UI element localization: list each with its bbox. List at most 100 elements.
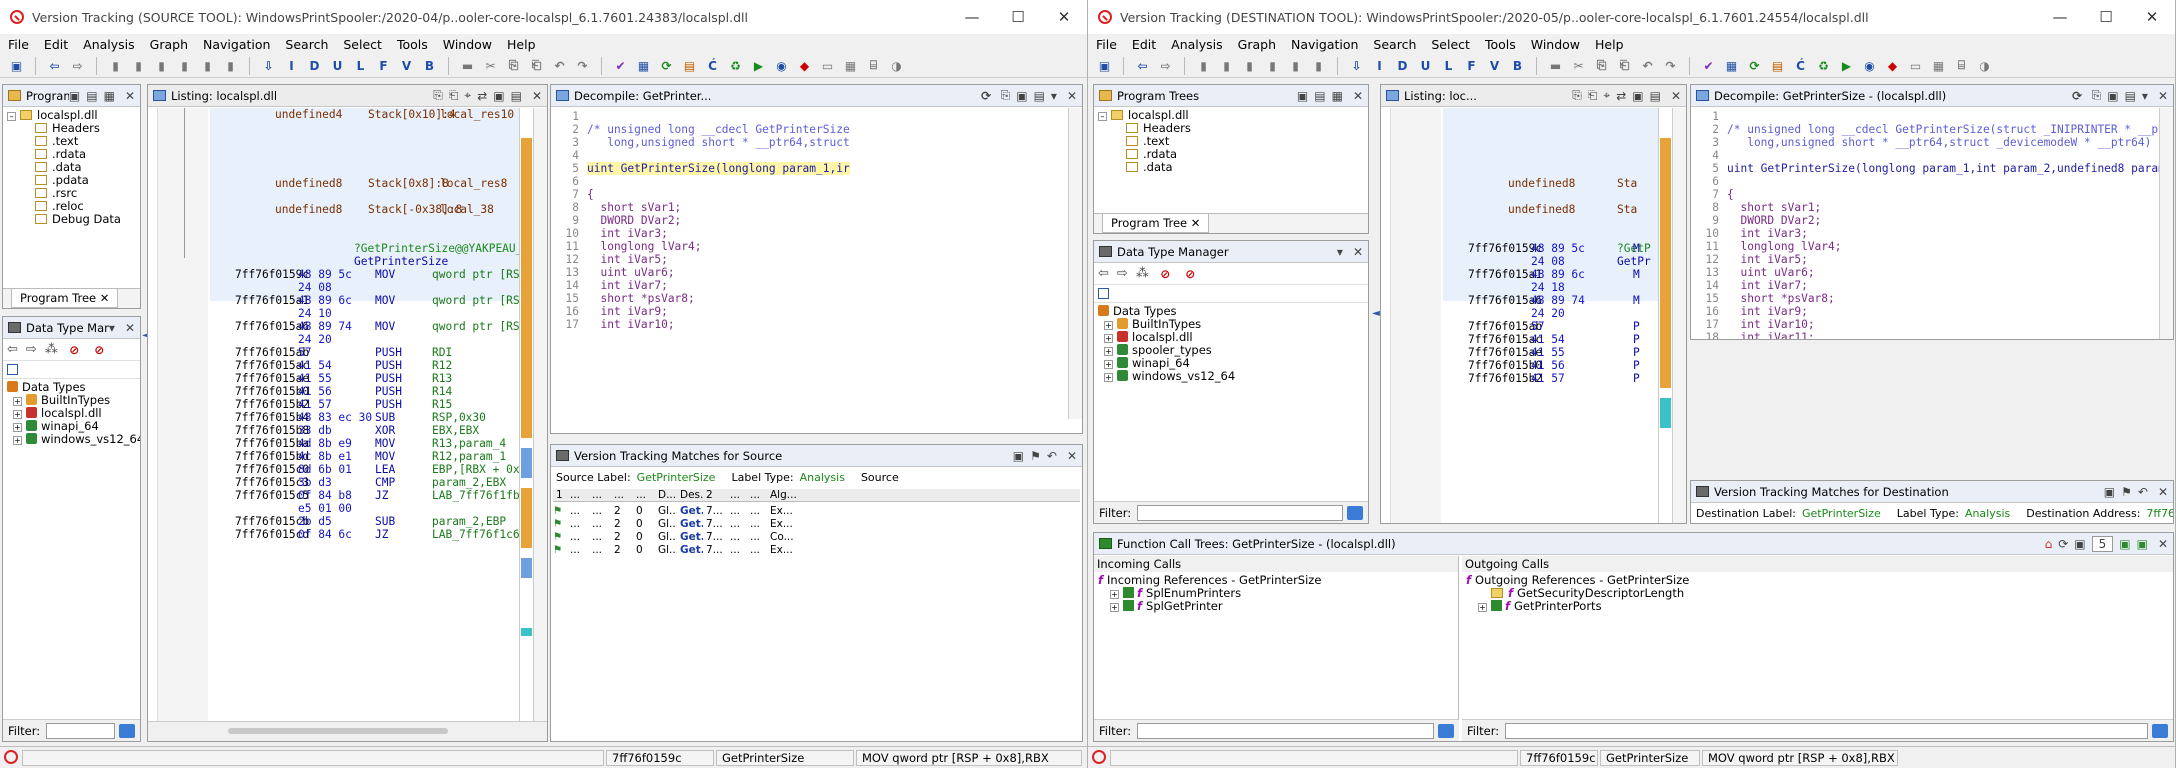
incoming-filter-input[interactable] (1137, 722, 1434, 739)
chevron-down-icon[interactable]: ▾ (109, 321, 115, 335)
close-panel-icon[interactable]: ✕ (2158, 537, 2168, 551)
menu-file[interactable]: File (1096, 37, 1117, 52)
redo-icon[interactable]: ↷ (574, 57, 591, 74)
menu-navigation[interactable]: Navigation (203, 37, 270, 52)
menu-edit[interactable]: Edit (1132, 37, 1156, 52)
bookmark-icon[interactable]: ▬ (1547, 57, 1564, 74)
tab-program-tree[interactable]: Program Tree ✕ (11, 289, 119, 308)
collapse-icon[interactable] (1098, 288, 1109, 299)
menu-analysis[interactable]: Analysis (83, 37, 135, 52)
menu-select[interactable]: Select (343, 37, 382, 52)
recycle-icon[interactable]: ♻ (727, 57, 744, 74)
undo-icon[interactable]: ↶ (2138, 485, 2148, 499)
refresh-icon[interactable]: ⟳ (1746, 57, 1763, 74)
refresh-icon[interactable]: ⟳ (2069, 87, 2086, 104)
paste-icon[interactable]: ⎗ (1616, 57, 1633, 74)
table-row[interactable]: ⚑...... 2 0 Gl...Get...7......... Ex... (553, 517, 1080, 530)
nav-icon[interactable]: ▦ (104, 89, 115, 103)
nav-data-icon[interactable]: ▮ (1195, 57, 1212, 74)
maximize-button[interactable]: ☐ (2083, 0, 2129, 34)
snapshot-icon[interactable]: ▣ (1632, 89, 1643, 103)
column-header[interactable]: ... (633, 489, 655, 501)
check-icon[interactable]: ✔ (612, 57, 629, 74)
menu-edit[interactable]: Edit (44, 37, 68, 52)
chevron-down-icon[interactable]: ▾ (1051, 89, 1057, 103)
outgoing-filter-input[interactable] (1505, 722, 2148, 739)
filter-options-icon[interactable] (1438, 723, 1454, 738)
menu-select[interactable]: Select (1431, 37, 1470, 52)
tree-icon[interactable]: ⌸ (1953, 57, 1970, 74)
menu-window[interactable]: Window (1531, 37, 1580, 52)
copy-icon[interactable]: ⎘ (1593, 57, 1610, 74)
function-label[interactable]: GetPr (1617, 255, 1651, 268)
forward-icon[interactable]: ⇨ (69, 57, 86, 74)
recycle-icon[interactable]: ♻ (1815, 57, 1832, 74)
tree-icon[interactable]: ⌸ (865, 57, 882, 74)
undo-icon[interactable]: ↶ (1047, 449, 1057, 463)
down-arrow-icon[interactable]: ⇩ (260, 57, 277, 74)
menu-graph[interactable]: Graph (150, 37, 188, 52)
close-panel-icon[interactable]: ✕ (1067, 449, 1077, 463)
nav-u-icon[interactable]: U (1417, 57, 1434, 74)
vertical-scrollbar[interactable] (1068, 108, 1082, 419)
back-icon[interactable]: ⇦ (7, 342, 18, 357)
nav-v-icon[interactable]: V (398, 57, 415, 74)
menu-tools[interactable]: Tools (397, 37, 428, 52)
settings-icon[interactable]: ◉ (1861, 57, 1878, 74)
tab-program-tree[interactable]: Program Tree ✕ (1102, 214, 1210, 233)
menu-search[interactable]: Search (1373, 37, 1416, 52)
window-icon[interactable]: ▭ (1907, 57, 1924, 74)
close-panel-icon[interactable]: ✕ (532, 89, 542, 103)
refresh-icon[interactable]: ⟳ (978, 87, 995, 104)
tree-item[interactable]: + windows_vs12_64 (7, 433, 140, 446)
open-tree-icon[interactable]: ▣ (1297, 89, 1308, 103)
expand-icon[interactable]: ▣ (2119, 537, 2130, 551)
tree-item[interactable]: Debug Data (7, 213, 136, 226)
window-icon[interactable]: ▭ (819, 57, 836, 74)
nav-i-icon[interactable]: I (1371, 57, 1388, 74)
depth-value[interactable]: 5 (2091, 535, 2114, 552)
accept-icon[interactable]: ▣ (1013, 449, 1024, 463)
tree-root[interactable]: – localspl.dll (1098, 109, 1364, 122)
column-header[interactable]: ... (589, 489, 611, 501)
accept-icon[interactable]: ▣ (2104, 485, 2115, 499)
close-panel-icon[interactable]: ✕ (125, 321, 135, 335)
nav-label-icon[interactable]: ▮ (1264, 57, 1281, 74)
filter-options-icon[interactable] (2152, 723, 2168, 738)
decompile-view[interactable]: 1 2 /* unsigned long __cdecl GetPrinterSiz… (1691, 108, 2173, 339)
tree-item[interactable]: .text (1098, 135, 1364, 148)
column-header[interactable]: ... (747, 489, 767, 501)
check-icon[interactable]: ✔ (1700, 57, 1717, 74)
table-row[interactable]: ⚑...... 2 0 Gl...Get...7......... Ex... (553, 504, 1080, 517)
horizontal-scrollbar[interactable] (148, 721, 547, 741)
column-header[interactable]: ... (611, 489, 633, 501)
bookmark-icon[interactable]: ▬ (459, 57, 476, 74)
diamond-icon[interactable]: ◆ (1884, 57, 1901, 74)
nav-function-icon[interactable]: ▮ (199, 57, 216, 74)
menu-graph[interactable]: Graph (1238, 37, 1276, 52)
run-icon[interactable]: ▶ (1838, 57, 1855, 74)
folder-icon[interactable]: ▤ (1314, 89, 1325, 103)
nav-data-icon[interactable]: ▮ (107, 57, 124, 74)
column-header[interactable]: 2 (703, 489, 727, 501)
nav-l-icon[interactable]: L (1440, 57, 1457, 74)
memory-icon[interactable]: ▦ (635, 57, 652, 74)
flag-icon[interactable]: ⚑ (2121, 485, 2132, 499)
close-panel-icon[interactable]: ✕ (1353, 245, 1363, 259)
nav-f-icon[interactable]: F (1463, 57, 1480, 74)
menu-help[interactable]: Help (1595, 37, 1624, 52)
copy-icon[interactable]: ⎘ (2092, 88, 2102, 103)
archive-icon[interactable]: ⁂ (45, 342, 58, 357)
outgoing-item[interactable]: + f GetPrinterPorts (1466, 600, 2169, 613)
snapshot-icon[interactable]: ▤ (1034, 89, 1045, 103)
minimize-button[interactable]: — (949, 0, 995, 34)
copy-icon[interactable]: ⎘ (1001, 88, 1011, 103)
nav-i-icon[interactable]: I (283, 57, 300, 74)
column-header[interactable]: Des... (677, 489, 703, 501)
filter-options-icon[interactable] (119, 723, 135, 738)
overview-bar[interactable] (519, 108, 533, 721)
down-arrow-icon[interactable]: ⇩ (1348, 57, 1365, 74)
incoming-item[interactable]: + f SplGetPrinter (1098, 600, 1454, 613)
maximize-button[interactable]: ☐ (995, 0, 1041, 34)
chevron-down-icon[interactable]: ▾ (1337, 245, 1343, 259)
